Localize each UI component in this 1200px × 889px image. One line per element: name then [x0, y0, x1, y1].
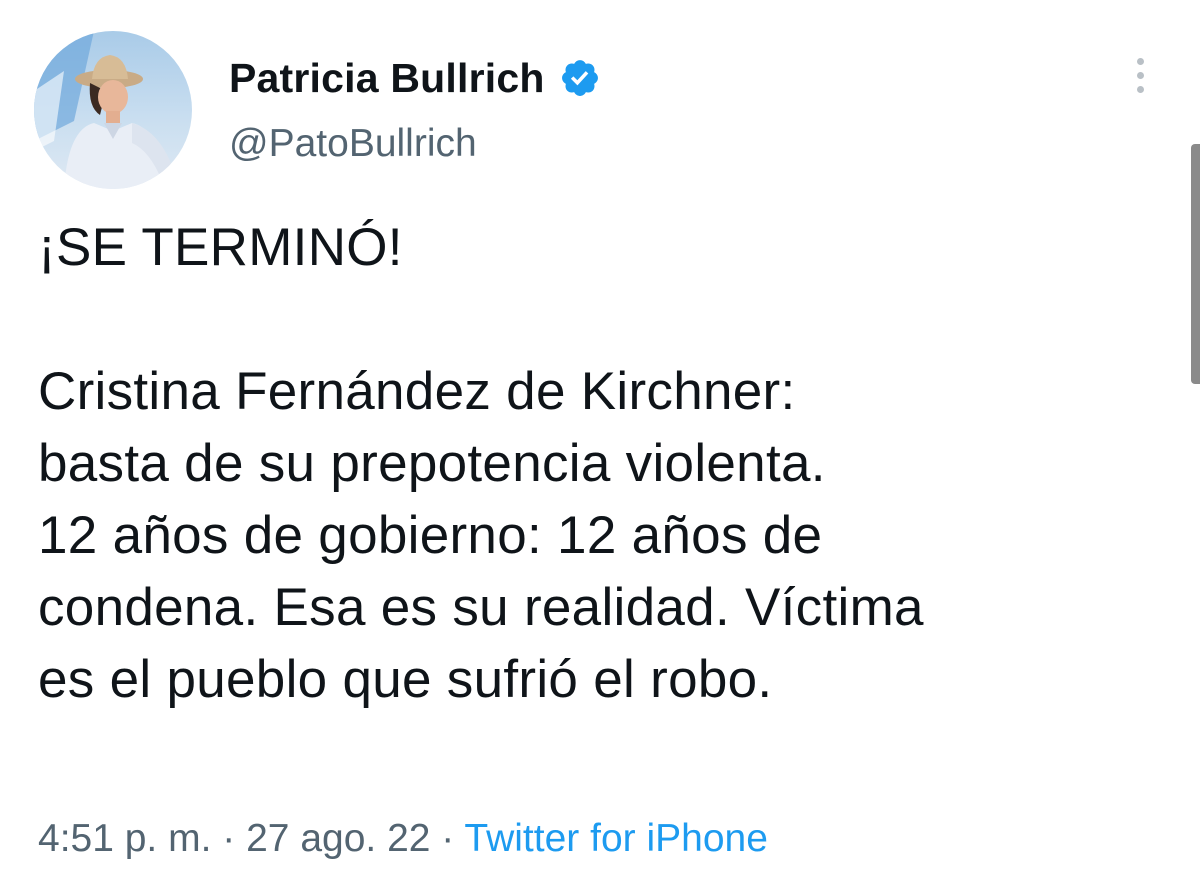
verified-badge-icon — [561, 60, 598, 96]
author-display-name[interactable]: Patricia Bullrich — [229, 55, 545, 102]
tweet-source-link[interactable]: Twitter for iPhone — [464, 817, 767, 860]
more-options-icon[interactable] — [1130, 58, 1150, 100]
tweet-time[interactable]: 4:51 p. m. — [38, 817, 211, 860]
avatar-photo-icon — [34, 31, 174, 189]
avatar[interactable] — [34, 31, 192, 189]
meta-separator: · — [430, 817, 465, 860]
meta-separator: · — [211, 817, 247, 860]
scrollbar[interactable] — [1191, 144, 1200, 384]
author-handle[interactable]: @PatoBullrich — [229, 122, 477, 166]
tweet-date[interactable]: 27 ago. 22 — [246, 817, 430, 860]
tweet-metadata: 4:51 p. m. · 27 ago. 22 · Twitter for iP… — [38, 817, 768, 861]
author-name-row[interactable]: Patricia Bullrich — [229, 52, 601, 104]
tweet-text: ¡SE TERMINÓ! Cristina Fernández de Kirch… — [38, 218, 924, 709]
